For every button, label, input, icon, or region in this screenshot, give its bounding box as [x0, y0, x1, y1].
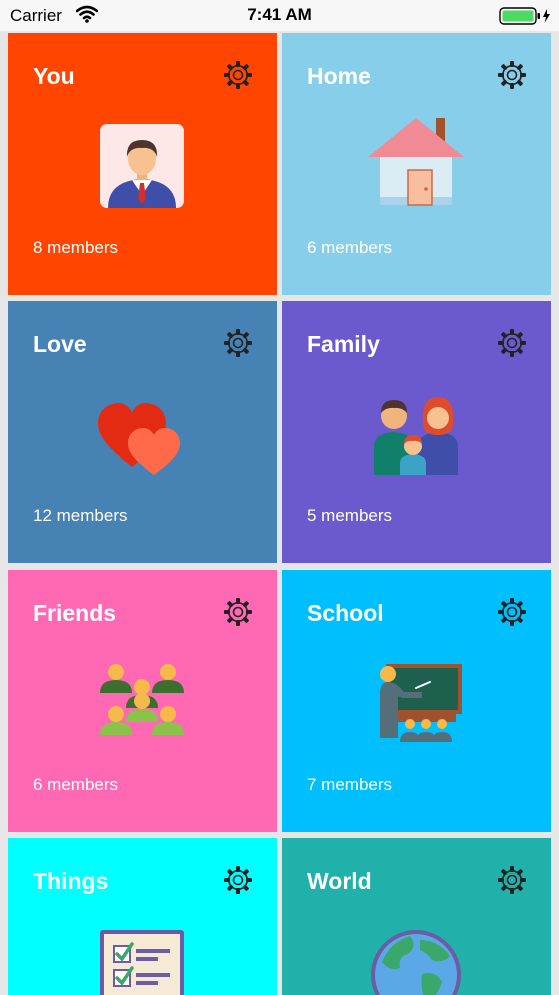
- group-members-count: 6 members: [307, 238, 393, 257]
- house-icon: [368, 118, 464, 206]
- group-card-school[interactable]: School 7 members: [282, 570, 551, 832]
- group-card-home[interactable]: Home 6 members: [282, 33, 551, 295]
- group-members-count: 6 members: [33, 775, 119, 794]
- person-avatar-icon: [100, 124, 184, 208]
- gear-icon[interactable]: [497, 60, 527, 90]
- family-icon: [374, 397, 458, 475]
- group-members-count: 5 members: [307, 506, 393, 525]
- group-title: Love: [33, 331, 87, 357]
- group-card-family[interactable]: Family 5 members: [282, 301, 551, 563]
- checklist-icon: [100, 930, 184, 995]
- clock: 7:41 AM: [247, 5, 312, 24]
- gear-icon[interactable]: [497, 328, 527, 358]
- group-card-world[interactable]: World: [282, 838, 551, 995]
- friends-group-icon: [100, 664, 184, 735]
- battery-icon: [499, 7, 553, 30]
- gear-icon[interactable]: [497, 865, 527, 895]
- group-members-count: 7 members: [307, 775, 393, 794]
- gear-icon[interactable]: [223, 865, 253, 895]
- group-members-count: 8 members: [33, 238, 119, 257]
- hearts-icon: [98, 403, 180, 475]
- group-title: School: [307, 600, 384, 626]
- group-title: You: [33, 63, 75, 89]
- group-title: World: [307, 868, 372, 894]
- group-title: Things: [33, 868, 109, 894]
- group-title: Friends: [33, 600, 117, 626]
- classroom-icon: [380, 664, 462, 742]
- groups-grid: You 8 members Home 6 members Love 12 mem…: [0, 31, 559, 995]
- group-card-friends[interactable]: Friends 6 members: [8, 570, 277, 832]
- status-bar: Carrier 7:41 AM: [0, 0, 559, 31]
- group-members-count: 12 members: [33, 506, 128, 525]
- gear-icon[interactable]: [223, 60, 253, 90]
- gear-icon[interactable]: [223, 328, 253, 358]
- group-card-love[interactable]: Love 12 members: [8, 301, 277, 563]
- globe-icon: [371, 930, 461, 995]
- gear-icon[interactable]: [223, 597, 253, 627]
- group-card-you[interactable]: You 8 members: [8, 33, 277, 295]
- group-title: Home: [307, 63, 371, 89]
- gear-icon[interactable]: [497, 597, 527, 627]
- group-card-things[interactable]: Things: [8, 838, 277, 995]
- group-title: Family: [307, 331, 380, 357]
